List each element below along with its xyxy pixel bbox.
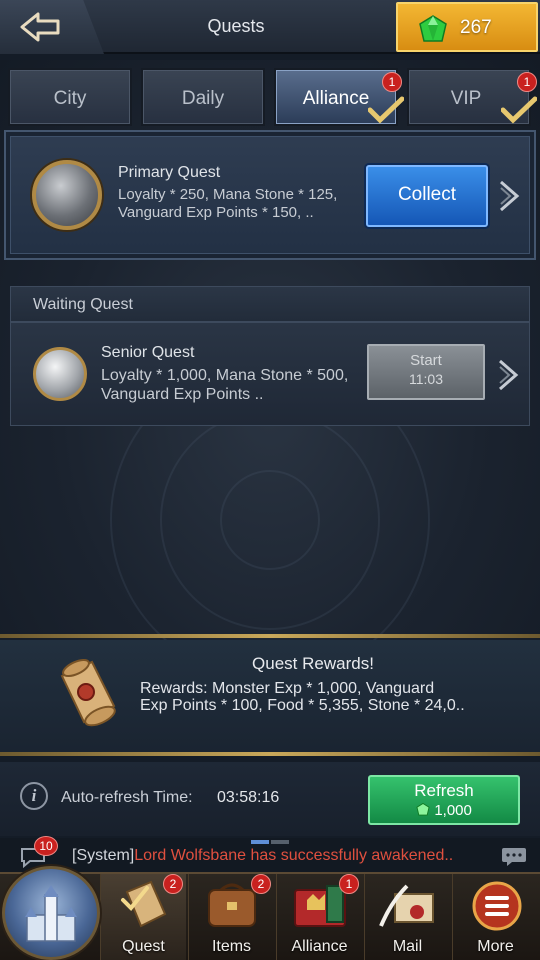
chevron-right-icon[interactable] — [497, 359, 519, 391]
tab-label: Daily — [181, 88, 225, 109]
nav-mail[interactable]: Mail — [364, 874, 450, 960]
auto-refresh-time: 03:58:16 — [217, 789, 280, 806]
chat-more-icon[interactable] — [501, 847, 527, 867]
nav-label: More — [477, 938, 514, 955]
system-chat-bar[interactable]: 10 [System]Lord Wolfsbane has successful… — [0, 836, 540, 872]
page-indicator — [251, 840, 289, 844]
nav-more[interactable]: More — [452, 874, 538, 960]
refresh-label: Refresh — [414, 781, 474, 800]
refresh-cost: 1,000 — [416, 802, 472, 819]
tab-alliance[interactable]: Alliance 1 — [274, 68, 404, 126]
city-castle-button[interactable] — [2, 866, 100, 960]
start-label: Start — [410, 352, 442, 369]
start-button[interactable]: Start 11:03 — [367, 344, 485, 400]
castle-icon — [25, 885, 77, 942]
collect-button[interactable]: Collect — [366, 165, 488, 227]
tab-vip[interactable]: VIP 1 — [407, 68, 537, 126]
nav-badge: 2 — [251, 874, 271, 894]
tab-label: City — [53, 88, 87, 109]
nav-badge: 1 — [339, 874, 359, 894]
gem-icon — [419, 15, 447, 42]
rewards-line2: Exp Points * 100, Food * 5,355, Stone * … — [140, 697, 465, 714]
rewards-title: Quest Rewards! — [252, 654, 374, 673]
nav-label: Items — [211, 938, 252, 955]
gem-icon — [416, 802, 430, 816]
more-menu-icon — [472, 881, 522, 931]
primary-quest-rewards-line2: Vanguard Exp Points * 150, .. — [118, 204, 314, 221]
checkmark-icon — [501, 96, 537, 124]
primary-quest-card: Primary Quest Loyalty * 250, Mana Stone … — [4, 130, 536, 260]
chat-prefix: [System] — [72, 847, 135, 864]
nav-badge: 2 — [163, 874, 183, 894]
page-title: Quests — [207, 16, 265, 36]
refresh-button[interactable]: Refresh 1,000 — [368, 775, 520, 825]
chevron-right-icon[interactable] — [498, 180, 520, 212]
mail-icon — [379, 884, 434, 927]
start-timer: 11:03 — [409, 371, 443, 387]
chat-message: [System]Lord Wolfsbane has successfully … — [72, 847, 492, 865]
rewards-text: Rewards: Monster Exp * 1,000, Vanguard E… — [140, 680, 520, 714]
nav-label: Mail — [392, 938, 423, 955]
back-button[interactable] — [0, 0, 104, 54]
gold-divider — [0, 752, 540, 756]
primary-quest-rewards-line1: Loyalty * 250, Mana Stone * 125, — [118, 186, 338, 203]
chat-badge: 10 — [34, 836, 58, 856]
tab-city[interactable]: City — [8, 68, 132, 126]
nav-items[interactable]: 2 Items — [188, 874, 274, 960]
quest-rewards-panel: Quest Rewards! Rewards: Monster Exp * 1,… — [0, 640, 540, 752]
senior-quest-rewards-line1: Loyalty * 1,000, Mana Stone * 500, — [101, 367, 349, 384]
senior-quest-title: Senior Quest — [101, 344, 195, 361]
quest-tabs: City Daily Alliance 1 VIP 1 — [0, 60, 540, 128]
checkmark-icon — [368, 96, 404, 124]
gem-count: 267 — [460, 17, 492, 38]
scroll-icon — [60, 658, 116, 727]
refresh-cost-value: 1,000 — [434, 802, 472, 819]
senior-quest-card: Senior Quest Loyalty * 1,000, Mana Stone… — [10, 322, 530, 426]
quest-orb-icon — [32, 160, 102, 230]
rewards-line1: Rewards: Monster Exp * 1,000, Vanguard — [140, 680, 435, 697]
auto-refresh-label: Auto-refresh Time: — [61, 789, 193, 806]
gem-balance-button[interactable]: 267 — [396, 2, 538, 52]
primary-quest-title: Primary Quest — [118, 164, 221, 181]
notification-badge: 1 — [517, 72, 537, 92]
nav-quest[interactable]: 2 Quest — [100, 874, 186, 960]
waiting-quest-label: Waiting Quest — [33, 296, 133, 313]
gold-divider — [0, 634, 540, 638]
notification-badge: 1 — [382, 72, 402, 92]
waiting-quest-header: Waiting Quest — [10, 286, 530, 322]
chat-body: Lord Wolfsbane has successfully awakened… — [134, 847, 454, 864]
quest-orb-icon — [33, 347, 87, 401]
nav-label: Alliance — [291, 938, 348, 955]
nav-label: Quest — [122, 938, 165, 955]
nav-alliance[interactable]: 1 Alliance — [276, 874, 362, 960]
back-arrow-icon — [20, 12, 60, 42]
info-icon[interactable]: i — [20, 782, 48, 810]
tab-daily[interactable]: Daily — [141, 68, 265, 126]
senior-quest-rewards-line2: Vanguard Exp Points .. — [101, 386, 264, 403]
top-bar: Quests 267 — [0, 0, 540, 54]
auto-refresh-row: i Auto-refresh Time: 03:58:16 Refresh 1,… — [0, 762, 540, 836]
